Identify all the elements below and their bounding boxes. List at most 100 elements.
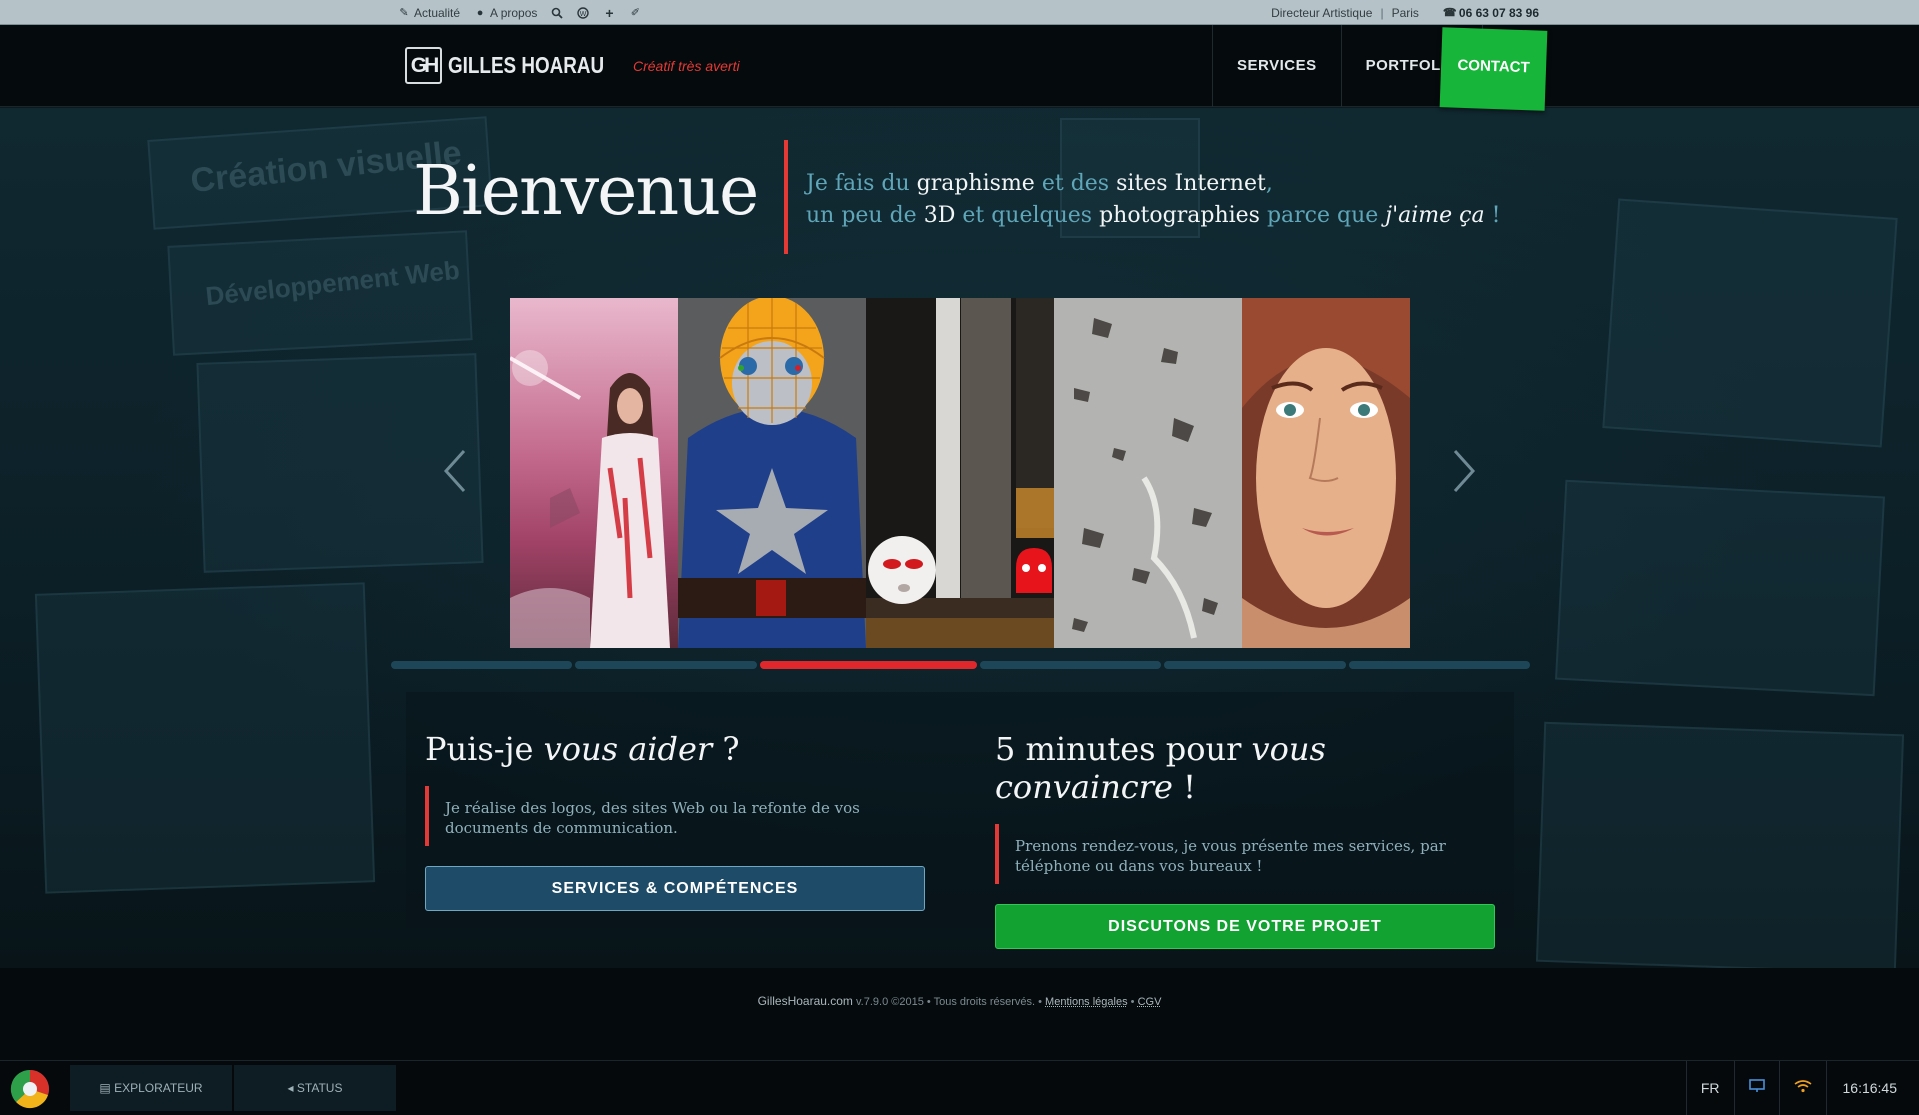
intro-highlight: photographies	[1099, 203, 1260, 228]
callout-help: Puis-je vous aider ? Je réalise des logo…	[425, 692, 925, 911]
role-text: Directeur Artistique	[1271, 6, 1372, 20]
chevron-right-icon	[1449, 448, 1479, 494]
intro-text: ,	[1266, 171, 1273, 196]
slider-dot[interactable]	[980, 661, 1161, 669]
intro-text: parce que	[1260, 203, 1385, 228]
callout-help-title: Puis-je vous aider ?	[425, 730, 925, 768]
slide-3d-ghosts[interactable]	[866, 298, 1054, 648]
intro-highlight: sites Internet	[1116, 171, 1266, 196]
separator: |	[1380, 6, 1383, 20]
city-text: Paris	[1392, 6, 1419, 20]
svg-text:W: W	[580, 11, 587, 18]
language-indicator[interactable]: FR	[1686, 1061, 1734, 1115]
callout-title-text: Puis-je	[425, 730, 544, 768]
site-header: GH GILLES HOARAU Créatif très averti SER…	[0, 25, 1919, 107]
taskbar-status[interactable]: ◂ STATUS	[234, 1065, 396, 1111]
about-link[interactable]: ● A propos	[474, 6, 537, 20]
callout-title-text: !	[1173, 768, 1196, 806]
nav-contact[interactable]: CONTACT	[1440, 27, 1548, 111]
footer-meta: v.7.9.0 ©2015 • Tous droits réservés. •	[853, 996, 1045, 1008]
megaphone-icon: ◂	[288, 1081, 297, 1095]
search-icon	[551, 7, 563, 19]
legal-link[interactable]: Mentions légales	[1045, 996, 1128, 1008]
slider-prev-arrow[interactable]	[440, 448, 470, 494]
project-button[interactable]: DISCUTONS DE VOTRE PROJET	[995, 904, 1495, 949]
wordpress-icon: W	[577, 7, 589, 19]
wordpress-link[interactable]: W	[577, 7, 589, 19]
logo-mark: GH	[405, 47, 442, 84]
slider-dot[interactable]	[1164, 661, 1345, 669]
search-link[interactable]	[551, 7, 563, 19]
intro-text: Je fais du	[806, 171, 917, 196]
start-button[interactable]	[10, 1069, 50, 1109]
slider-dot[interactable]	[1349, 661, 1530, 669]
slider-dot-active[interactable]	[760, 661, 978, 669]
services-button[interactable]: SERVICES & COMPÉTENCES	[425, 866, 925, 911]
logo-name: GILLES HOARAU	[448, 52, 604, 79]
site-footer: GillesHoarau.com v.7.9.0 ©2015 • Tous dr…	[0, 968, 1919, 1060]
intro-emphasis: j'aime ça	[1385, 203, 1484, 228]
edit-link[interactable]: ✐	[629, 7, 641, 19]
add-link[interactable]: +	[603, 7, 615, 19]
bg-panel	[35, 582, 375, 893]
callout-convince-desc: Prenons rendez-vous, je vous présente me…	[995, 824, 1485, 884]
intro-text: !	[1485, 203, 1501, 228]
start-logo-icon	[10, 1069, 50, 1109]
topbar-left: ✎ Actualité ● A propos W + ✐	[398, 6, 641, 20]
callout-title-text: 5 minutes pour	[995, 730, 1252, 768]
welcome-title: Bienvenue	[413, 152, 757, 231]
phone-number: 06 63 07 83 96	[1459, 6, 1539, 20]
intro-highlight: 3D	[924, 203, 956, 228]
chevron-left-icon	[440, 448, 470, 494]
pencil-icon: ✎	[398, 7, 410, 19]
news-label: Actualité	[414, 6, 460, 20]
callout-help-desc: Je réalise des logos, des sites Web ou l…	[425, 786, 915, 846]
bg-panel	[1555, 480, 1885, 696]
button-text-bold: VOTRE PROJET	[1246, 918, 1382, 935]
callout-convince: 5 minutes pour vous convaincre ! Prenons…	[995, 692, 1495, 949]
wifi-indicator[interactable]	[1779, 1061, 1826, 1115]
taskbar-status-label: STATUS	[297, 1081, 343, 1095]
plus-icon: +	[603, 7, 615, 19]
wifi-icon	[1794, 1079, 1812, 1093]
slide-3d-superhero[interactable]	[678, 298, 866, 648]
slider-pagination	[391, 661, 1530, 669]
callout-title-text: ?	[712, 730, 739, 768]
slider-dot[interactable]	[575, 661, 756, 669]
welcome-intro: Je fais du graphisme et des sites Intern…	[806, 168, 1506, 232]
system-tray: FR 16:16:45	[1686, 1061, 1919, 1115]
nav-services[interactable]: SERVICES	[1212, 25, 1341, 107]
footer-line: GillesHoarau.com v.7.9.0 ©2015 • Tous dr…	[0, 968, 1919, 1008]
top-utility-bar: ✎ Actualité ● A propos W + ✐ Directeur A…	[0, 0, 1919, 25]
callout-title-emphasis: vous aider	[544, 730, 713, 768]
bg-panel	[1536, 722, 1904, 968]
slide-fantasy-woman[interactable]	[510, 298, 678, 648]
button-text: DISCUTONS DE	[1108, 918, 1246, 935]
slider-dot[interactable]	[391, 661, 572, 669]
portfolio-slider	[510, 298, 1410, 648]
intro-text: un peu de	[806, 203, 924, 228]
bg-panel	[1602, 199, 1897, 448]
intro-highlight: graphisme	[917, 171, 1035, 196]
callout-convince-title: 5 minutes pour vous convaincre !	[995, 730, 1495, 806]
slide-wall-texture[interactable]	[1054, 298, 1242, 648]
site-logo[interactable]: GH GILLES HOARAU	[405, 47, 638, 84]
os-taskbar: ▤ EXPLORATEUR ◂ STATUS FR 16:16:45	[0, 1060, 1919, 1115]
footer-site: GillesHoarau.com	[758, 994, 853, 1008]
news-link[interactable]: ✎ Actualité	[398, 6, 460, 20]
clock: 16:16:45	[1826, 1061, 1919, 1115]
intro-text: et quelques	[955, 203, 1099, 228]
footer-dot: •	[1128, 996, 1138, 1008]
slider-next-arrow[interactable]	[1449, 448, 1479, 494]
user-icon: ●	[474, 7, 486, 19]
monitor-icon	[1749, 1079, 1765, 1093]
explorer-icon: ▤	[99, 1081, 114, 1095]
cgv-link[interactable]: CGV	[1138, 996, 1162, 1008]
welcome-accent-bar	[784, 140, 788, 254]
taskbar-explorer[interactable]: ▤ EXPLORATEUR	[70, 1065, 232, 1111]
about-label: A propos	[490, 6, 537, 20]
phone-link[interactable]: ☎ 06 63 07 83 96	[1443, 6, 1539, 20]
slide-portrait-woman[interactable]	[1242, 298, 1410, 648]
display-indicator[interactable]	[1734, 1061, 1779, 1115]
site-tagline: Créatif très averti	[633, 58, 740, 74]
